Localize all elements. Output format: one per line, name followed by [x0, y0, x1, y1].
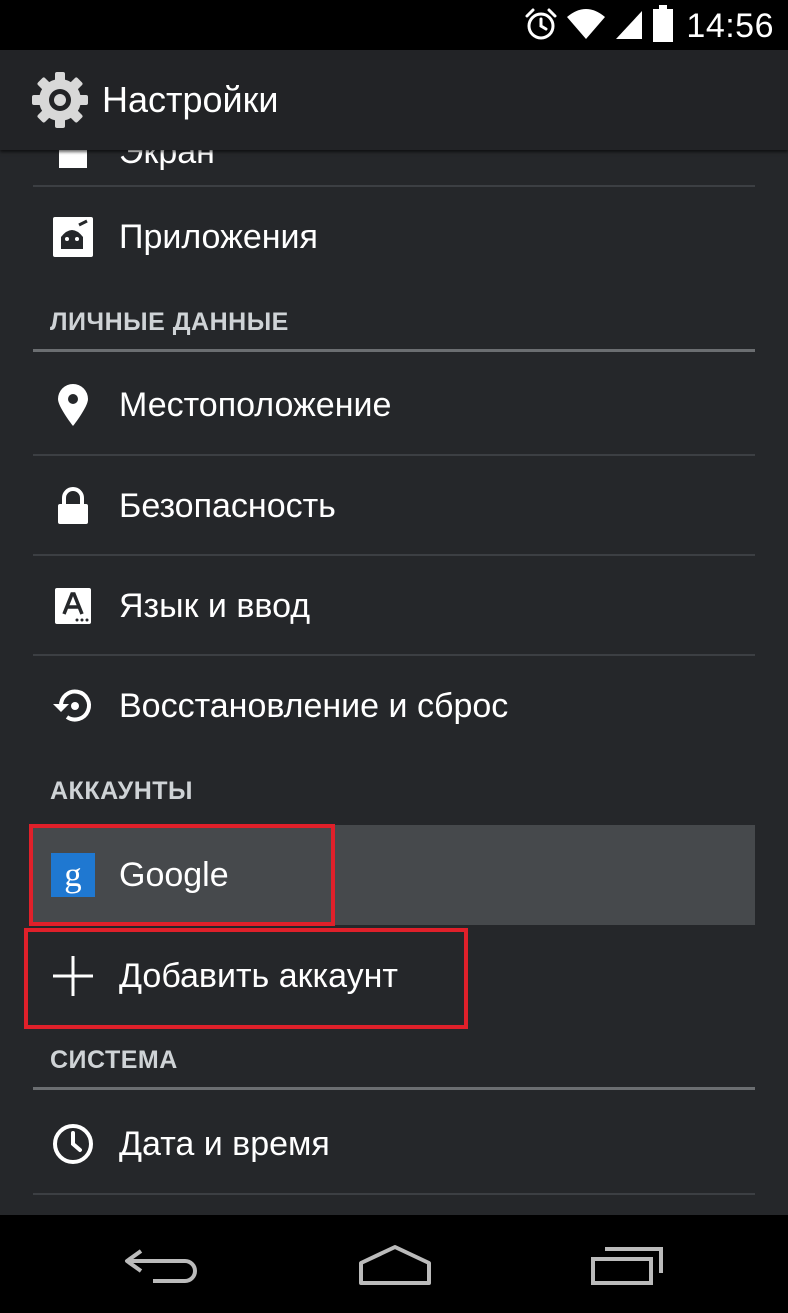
navigation-bar	[0, 1215, 788, 1313]
list-item-label: Местоположение	[119, 385, 392, 424]
backup-restore-icon	[51, 684, 95, 728]
page-title: Настройки	[102, 79, 279, 120]
list-item-label: Приложения	[119, 217, 318, 256]
display-icon	[51, 150, 95, 174]
list-item-apps[interactable]: Приложения	[33, 187, 755, 287]
location-pin-icon	[51, 383, 95, 427]
lock-icon	[51, 484, 95, 528]
action-bar: Настройки	[0, 50, 788, 150]
signal-icon	[614, 7, 644, 46]
section-header-system: СИСТЕМА	[50, 1046, 178, 1074]
language-icon	[51, 584, 95, 628]
list-item-date-time[interactable]: Дата и время	[33, 1094, 755, 1194]
list-item-location[interactable]: Местоположение	[33, 355, 755, 455]
back-icon[interactable]	[118, 1235, 208, 1295]
status-time: 14:56	[686, 6, 774, 45]
list-item-security[interactable]: Безопасность	[33, 456, 755, 556]
section-divider	[33, 349, 755, 352]
alarm-icon	[524, 7, 558, 46]
divider	[33, 1193, 755, 1195]
list-item-label: Экран	[119, 150, 215, 171]
recents-icon[interactable]	[582, 1235, 672, 1295]
highlight-box-google	[29, 824, 335, 926]
list-item-label: Безопасность	[119, 486, 336, 525]
section-divider	[33, 1087, 755, 1090]
section-header-personal: ЛИЧНЫЕ ДАННЫЕ	[50, 308, 289, 336]
list-item-label: Язык и ввод	[119, 586, 311, 625]
apps-icon	[51, 215, 95, 259]
section-header-accounts: АККАУНТЫ	[50, 777, 194, 805]
list-item-label: Восстановление и сброс	[119, 686, 509, 725]
settings-list[interactable]: Экран Приложения ЛИЧНЫЕ ДАННЫЕ Местополо…	[0, 150, 788, 1215]
list-item-backup-reset[interactable]: Восстановление и сброс	[33, 656, 755, 756]
battery-icon	[652, 4, 674, 48]
home-icon[interactable]	[350, 1235, 440, 1295]
wifi-icon	[566, 7, 606, 46]
list-item-label: Дата и время	[119, 1124, 330, 1163]
settings-gear-icon[interactable]	[28, 68, 92, 132]
status-icons: 14:56	[524, 4, 774, 48]
list-item-display[interactable]: Экран	[33, 150, 755, 184]
highlight-box-add-account	[24, 928, 468, 1029]
clock-icon	[51, 1122, 95, 1166]
list-item-language[interactable]: Язык и ввод	[33, 556, 755, 656]
status-bar: 14:56	[0, 0, 788, 50]
